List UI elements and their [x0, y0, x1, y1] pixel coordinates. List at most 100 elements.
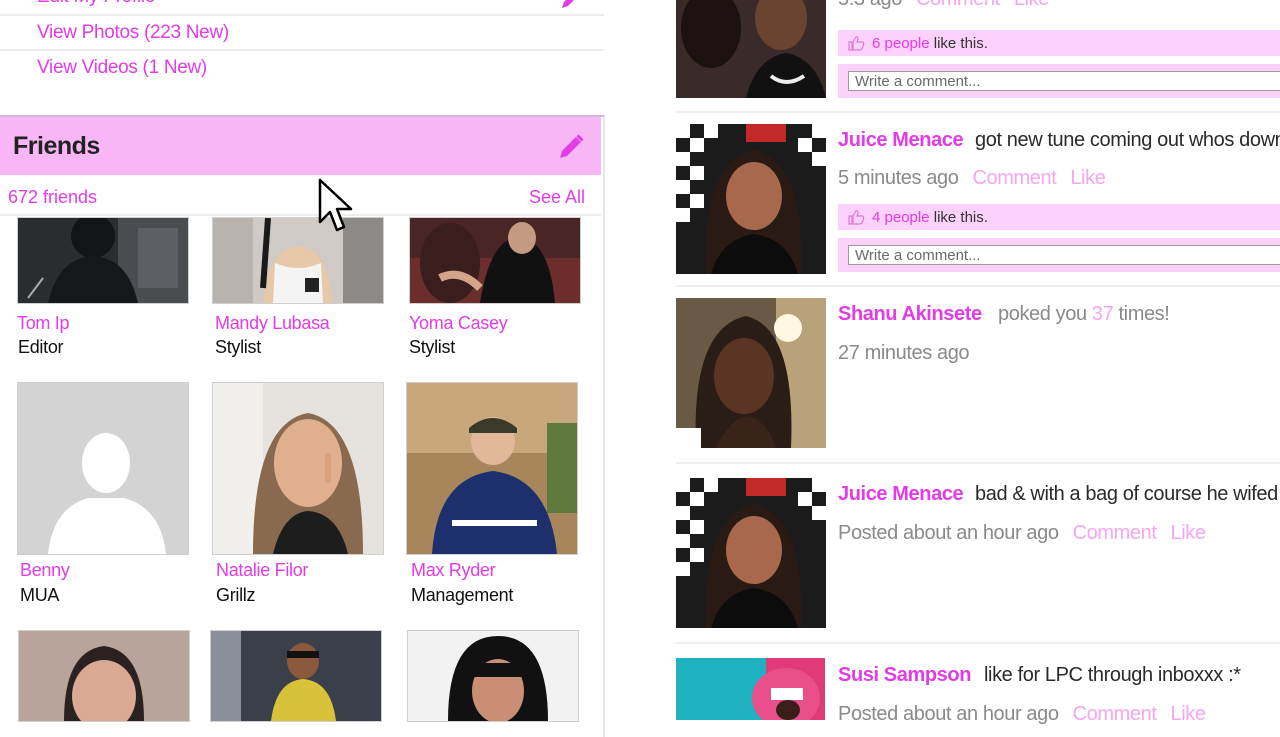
friend-photo-image — [410, 218, 580, 303]
friend-photo-image — [211, 631, 381, 721]
likes-people-link[interactable]: 6 people — [872, 35, 930, 52]
post-photo[interactable] — [676, 658, 825, 720]
edit-friends-pencil-icon[interactable] — [557, 133, 585, 161]
friend-photo[interactable] — [17, 382, 189, 555]
comment-link[interactable]: Comment — [1073, 522, 1157, 544]
see-all-friends-link[interactable]: See All — [529, 187, 585, 208]
friend-role: Stylist — [215, 337, 261, 357]
comment-area: Write a comment... — [838, 238, 1280, 272]
post-time-text: 5 minutes ago — [838, 167, 959, 189]
friends-header: Friends — [0, 117, 601, 175]
poke-text: poked you — [998, 303, 1087, 325]
divider — [676, 111, 1280, 113]
post-time: 27 minutes ago — [838, 342, 970, 364]
friend-photo-image — [19, 631, 189, 721]
post-time-text: Posted about an hour ago — [838, 522, 1059, 544]
post-time: 5 minutes ago Comment Like — [838, 167, 1106, 190]
friend-name[interactable]: Max Ryder — [411, 560, 496, 581]
friend-photo-image — [18, 218, 188, 303]
post-author-link[interactable]: Susi Sampson — [838, 664, 971, 687]
friend-role: MUA — [20, 585, 60, 605]
divider — [676, 642, 1280, 644]
comment-area: Write a comment... — [838, 64, 1280, 98]
divider — [0, 214, 601, 216]
view-photos-link[interactable]: View Photos (223 New) — [37, 22, 229, 44]
comment-input[interactable]: Write a comment... — [848, 245, 1280, 265]
thumbs-up-icon — [848, 36, 865, 51]
likes-count: 6 people like this. — [872, 35, 988, 52]
post-time-text: Posted about an hour ago — [838, 703, 1059, 725]
likes-suffix: like this. — [933, 35, 988, 52]
likes-count: 4 people like this. — [872, 209, 988, 226]
comment-link[interactable]: Comment — [1073, 703, 1157, 725]
edit-profile-link[interactable]: Edit My Profile — [37, 0, 155, 8]
post-author-link[interactable]: Shanu Akinsete — [838, 303, 982, 326]
like-link[interactable]: Like — [1170, 522, 1205, 544]
post-photo-image — [676, 478, 826, 628]
post-author-link[interactable]: Juice Menace — [838, 483, 964, 506]
friend-photo[interactable] — [407, 630, 579, 722]
post-photo[interactable] — [676, 0, 826, 98]
default-avatar-icon — [18, 383, 188, 554]
post-time-text: 5:3 ago — [838, 0, 902, 10]
friend-photo[interactable] — [406, 382, 578, 555]
post-text: like for LPC through inboxxx :* — [984, 664, 1241, 686]
post-photo-image — [676, 124, 826, 274]
friend-count[interactable]: 672 friends — [8, 187, 97, 208]
thumbs-up-icon — [848, 210, 865, 225]
post-photo[interactable] — [676, 298, 826, 448]
mouse-cursor-icon — [318, 178, 353, 232]
friend-name[interactable]: Tom Ip — [17, 313, 70, 334]
likes-suffix: like this. — [933, 209, 988, 226]
divider — [676, 285, 1280, 287]
poke-text-suffix: times! — [1118, 303, 1170, 325]
friends-title: Friends — [13, 132, 100, 160]
like-link[interactable]: Like — [1170, 703, 1205, 725]
post-photo-image — [676, 298, 826, 448]
divider — [0, 49, 604, 51]
post-text: bad & with a bag of course he wifed — [975, 483, 1278, 505]
friend-role: Stylist — [409, 337, 455, 357]
post-time: Posted about an hour ago Comment Like — [838, 703, 1206, 726]
friend-photo-image — [213, 383, 383, 554]
friend-photo-image — [407, 383, 577, 554]
post-photo-image — [676, 658, 825, 720]
friend-name[interactable]: Yoma Casey — [409, 313, 508, 334]
post-photo[interactable] — [676, 124, 826, 274]
comment-input[interactable]: Write a comment... — [848, 71, 1280, 91]
friend-role: Grillz — [216, 585, 256, 605]
friend-photo[interactable] — [18, 630, 190, 722]
left-column: Edit My Profile View Photos (223 New) Vi… — [0, 0, 605, 737]
like-link[interactable]: Like — [1014, 0, 1049, 10]
divider — [0, 14, 604, 16]
friend-name[interactable]: Benny — [20, 560, 70, 581]
divider — [676, 462, 1280, 464]
friend-photo[interactable] — [212, 382, 384, 555]
friend-name[interactable]: Natalie Filor — [216, 560, 308, 581]
likes-people-link[interactable]: 4 people — [872, 209, 930, 226]
likes-bar: 4 people like this. — [838, 204, 1280, 230]
post-time: 5:3 ago Comment Like — [838, 0, 1049, 11]
post-author-link[interactable]: Juice Menace — [838, 129, 964, 152]
friend-photo[interactable] — [409, 217, 581, 304]
post-time: Posted about an hour ago Comment Like — [838, 522, 1206, 545]
post-text: got new tune coming out whos down — [975, 129, 1280, 151]
post-photo-image — [676, 0, 826, 98]
post-text: poked you 37 times! — [998, 303, 1170, 326]
post-photo[interactable] — [676, 478, 826, 628]
poke-count: 37 — [1091, 303, 1114, 325]
like-link[interactable]: Like — [1070, 167, 1105, 189]
friend-name[interactable]: Mandy Lubasa — [215, 313, 330, 334]
friend-photo[interactable] — [210, 630, 382, 722]
news-feed: 5:3 ago Comment Like 6 people like this. W… — [676, 0, 1280, 725]
friend-photo[interactable] — [212, 217, 384, 304]
friend-role: Editor — [18, 337, 64, 357]
friend-photo[interactable] — [17, 217, 189, 304]
friend-photo-image — [408, 631, 578, 721]
likes-bar: 6 people like this. — [838, 30, 1280, 56]
comment-link[interactable]: Comment — [916, 0, 1000, 10]
comment-link[interactable]: Comment — [972, 167, 1056, 189]
edit-profile-pencil-icon[interactable] — [560, 0, 580, 10]
view-videos-link[interactable]: View Videos (1 New) — [37, 57, 207, 79]
friend-photo-image — [213, 218, 383, 303]
